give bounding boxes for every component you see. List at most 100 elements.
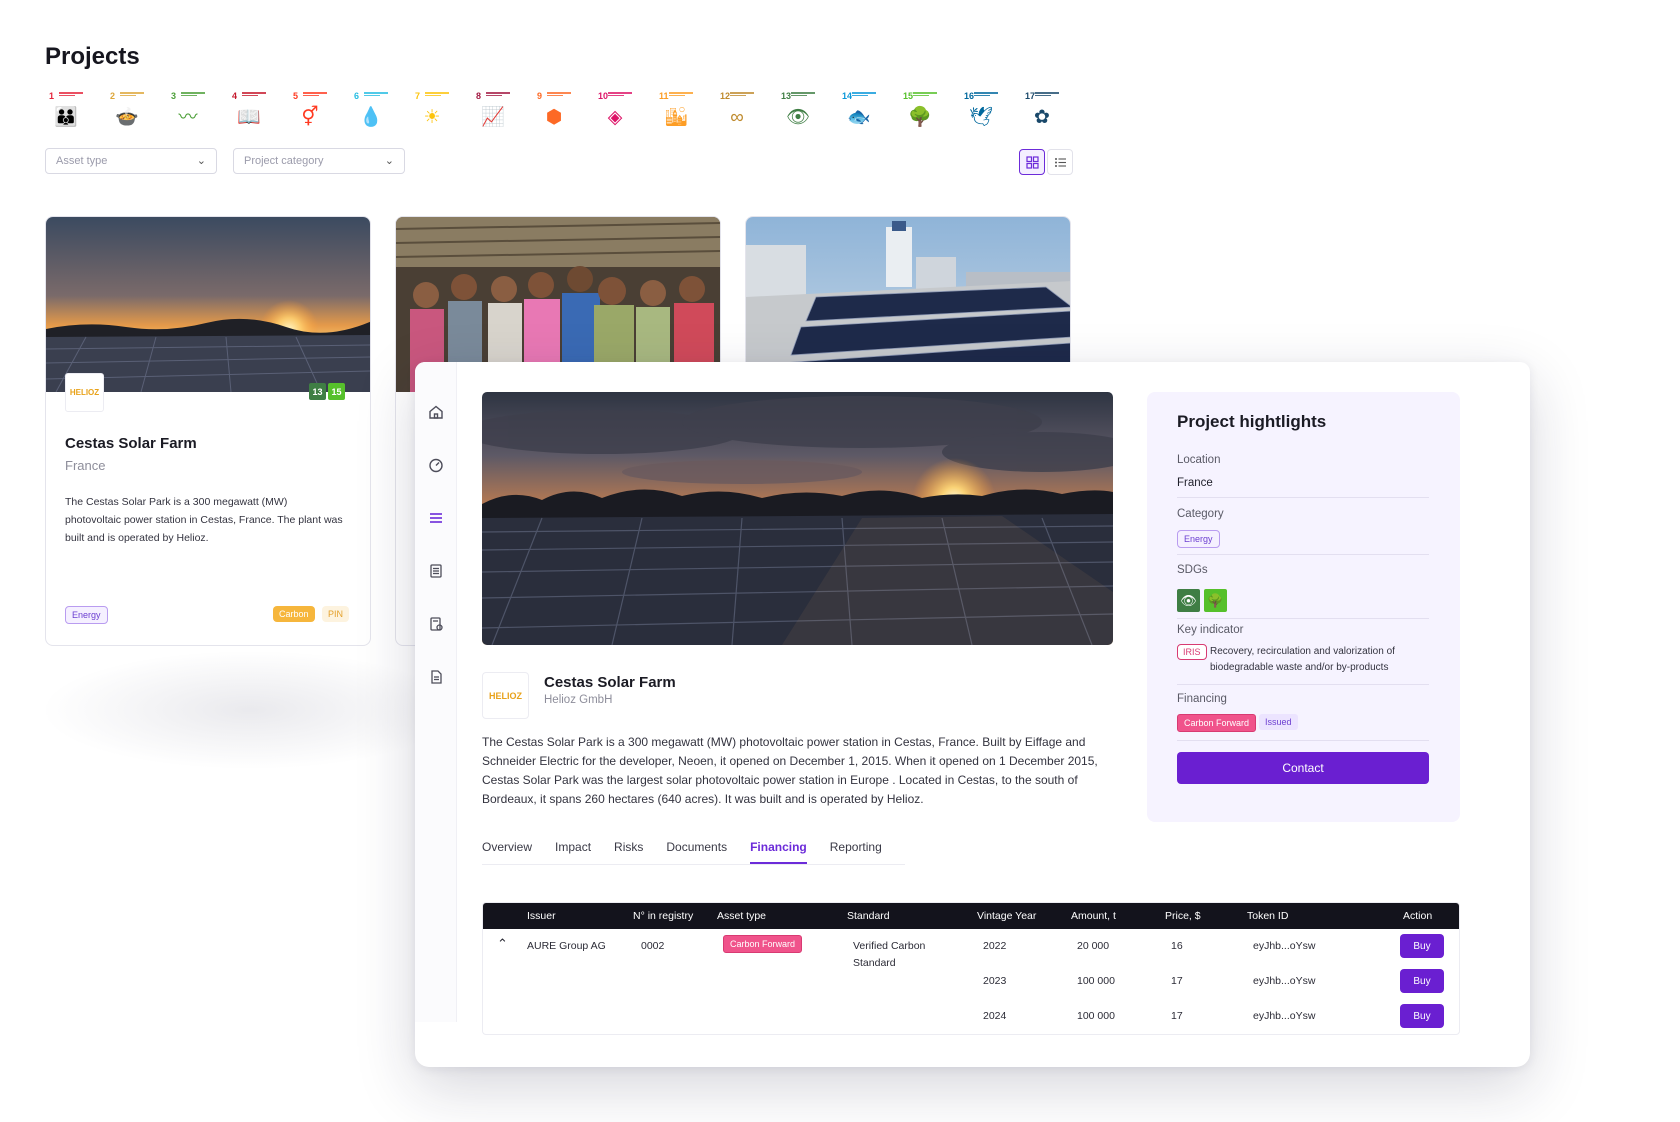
contact-button[interactable]: Contact [1177, 752, 1429, 784]
header-price: Price, $ [1165, 910, 1201, 922]
asset-type-select[interactable]: Asset type ⌄ [45, 148, 217, 174]
view-toggle [1019, 149, 1073, 175]
sdg-number: 11 [659, 91, 669, 101]
cell-asset-type: Carbon Forward [723, 935, 803, 953]
sdg-3-filter[interactable]: 3 〰 [169, 91, 230, 133]
sdg-number: 12 [720, 91, 731, 101]
project-category-placeholder: Project category [244, 155, 324, 167]
sdg-9-filter[interactable]: 9 ⬢ [535, 91, 596, 133]
sdg-number: 7 [415, 91, 421, 101]
sdg-caption-lines [913, 92, 937, 97]
sdg-number: 8 [476, 91, 482, 101]
sdg-14-filter[interactable]: 14 🐟 [840, 91, 901, 133]
project-detail-screen: HELIOZ Cestas Solar Farm Helioz GmbH The… [415, 362, 1530, 1067]
document-icon[interactable] [426, 667, 446, 687]
category-chip: Energy [1177, 530, 1220, 548]
location-value: France [1177, 477, 1213, 489]
sdg-number: 4 [232, 91, 238, 101]
cell-issuer: AURE Group AG [527, 940, 606, 952]
sdg-number: 3 [171, 91, 177, 101]
list-view-button[interactable] [1047, 149, 1073, 175]
sdg-caption-lines [242, 92, 266, 97]
infinity-icon: ∞ [730, 106, 744, 128]
tab-financing[interactable]: Financing [750, 840, 807, 864]
decorative-shadow [40, 650, 460, 770]
table-header: Issuer N° in registry Asset type Standar… [483, 903, 1459, 929]
sdg-12-filter[interactable]: 12 ∞ [718, 91, 779, 133]
sdg-16-filter[interactable]: 16 🕊 [962, 91, 1023, 133]
divider [1177, 684, 1429, 685]
financing-label: Financing [1177, 693, 1227, 705]
key-indicator-text-line1: Recovery, recirculation and valorization… [1210, 646, 1395, 657]
pin-tag: PIN [322, 606, 350, 622]
cubes-icon: ⬢ [545, 106, 563, 128]
header-standard: Standard [847, 910, 890, 922]
sdg-17-filter[interactable]: 17 ✿ [1023, 91, 1084, 133]
financing-table: Issuer N° in registry Asset type Standar… [482, 902, 1460, 1035]
table-row: 2024 100 000 17 eyJhb...oYsw Buy [483, 999, 1459, 1034]
table-row: ⌃ AURE Group AG 0002 Carbon Forward Veri… [483, 929, 1459, 969]
sdg-15-filter[interactable]: 15 🌳 [901, 91, 962, 133]
sdg-number: 6 [354, 91, 360, 101]
collapse-chevron-icon[interactable]: ⌃ [497, 936, 508, 952]
sdg-8-filter[interactable]: 8 📈 [474, 91, 535, 133]
book-icon: 📖 [237, 106, 261, 128]
divider [1177, 740, 1429, 741]
divider [1177, 554, 1429, 555]
grid-view-button[interactable] [1019, 149, 1045, 175]
sdg-caption-lines [120, 92, 144, 97]
sdg-11-filter[interactable]: 11 🏙 [657, 91, 718, 133]
header-vintage-year: Vintage Year [977, 910, 1037, 922]
category-label: Category [1177, 508, 1224, 520]
sdg-caption-lines [730, 92, 754, 97]
header-asset-type: Asset type [717, 910, 767, 922]
buy-button[interactable]: Buy [1400, 969, 1444, 993]
sdg-caption-lines [181, 92, 205, 97]
screenshot-stage: Projects 1 👪 2 🍲 3 〰 4 📖 5 ⚥ 6 💧 7 ☀ 8 📈 9 ⬢ 10 ◈ 11 🏙 12 ∞ 13 👁 1… [0, 0, 1680, 1122]
header-action: Action [1403, 910, 1433, 922]
buy-button[interactable]: Buy [1400, 1004, 1444, 1028]
buy-button[interactable]: Buy [1400, 934, 1444, 958]
card-description: The Cestas Solar Park is a 300 megawatt … [65, 496, 343, 544]
dashboard-gauge-icon[interactable] [426, 455, 446, 475]
tab-documents[interactable]: Documents [666, 840, 727, 864]
sdg-13-filter[interactable]: 13 👁 [779, 91, 840, 133]
sdg-number: 17 [1025, 91, 1036, 101]
project-category-select[interactable]: Project category ⌄ [233, 148, 405, 174]
fish-icon: 🐟 [847, 106, 871, 128]
tab-reporting[interactable]: Reporting [830, 840, 882, 864]
cell-amount: 100 000 [1077, 1010, 1115, 1022]
iris-tag: IRIS [1177, 644, 1207, 660]
sdg-5-filter[interactable]: 5 ⚥ [291, 91, 352, 133]
chevron-down-icon: ⌄ [384, 155, 394, 167]
water-drop-icon: 💧 [359, 106, 383, 128]
sdg-number: 13 [781, 91, 792, 101]
sdg-2-filter[interactable]: 2 🍲 [108, 91, 169, 133]
home-icon[interactable] [426, 402, 446, 422]
gender-icon: ⚥ [301, 106, 319, 128]
divider [1177, 497, 1429, 498]
city-icon: 🏙 [663, 106, 689, 128]
project-card[interactable]: HELIOZ 13 15 Cestas Solar Farm France Th… [45, 216, 371, 646]
sdg-6-filter[interactable]: 6 💧 [352, 91, 413, 133]
sdg-10-filter[interactable]: 10 ◈ [596, 91, 657, 133]
tab-risks[interactable]: Risks [614, 840, 643, 864]
sdg-4-filter[interactable]: 4 📖 [230, 91, 291, 133]
sdg-caption-lines [364, 92, 388, 97]
report-check-icon[interactable] [426, 614, 446, 634]
ledger-icon[interactable] [426, 561, 446, 581]
sdg-number: 2 [110, 91, 116, 101]
tab-impact[interactable]: Impact [555, 840, 591, 864]
tab-overview[interactable]: Overview [482, 840, 532, 864]
company-logo: HELIOZ [65, 373, 104, 412]
bowl-icon: 🍲 [115, 106, 139, 128]
page-title: Projects [45, 43, 140, 70]
carbon-tag: Carbon [273, 606, 315, 622]
sdg-1-filter[interactable]: 1 👪 [47, 91, 108, 133]
sdg-7-filter[interactable]: 7 ☀ [413, 91, 474, 133]
sdg-13-badge: 13 [309, 383, 326, 400]
menu-list-icon[interactable] [426, 508, 446, 528]
card-country: France [65, 458, 106, 473]
key-indicator-label: Key indicator [1177, 624, 1244, 636]
highlights-title: Project hightlights [1177, 412, 1327, 431]
